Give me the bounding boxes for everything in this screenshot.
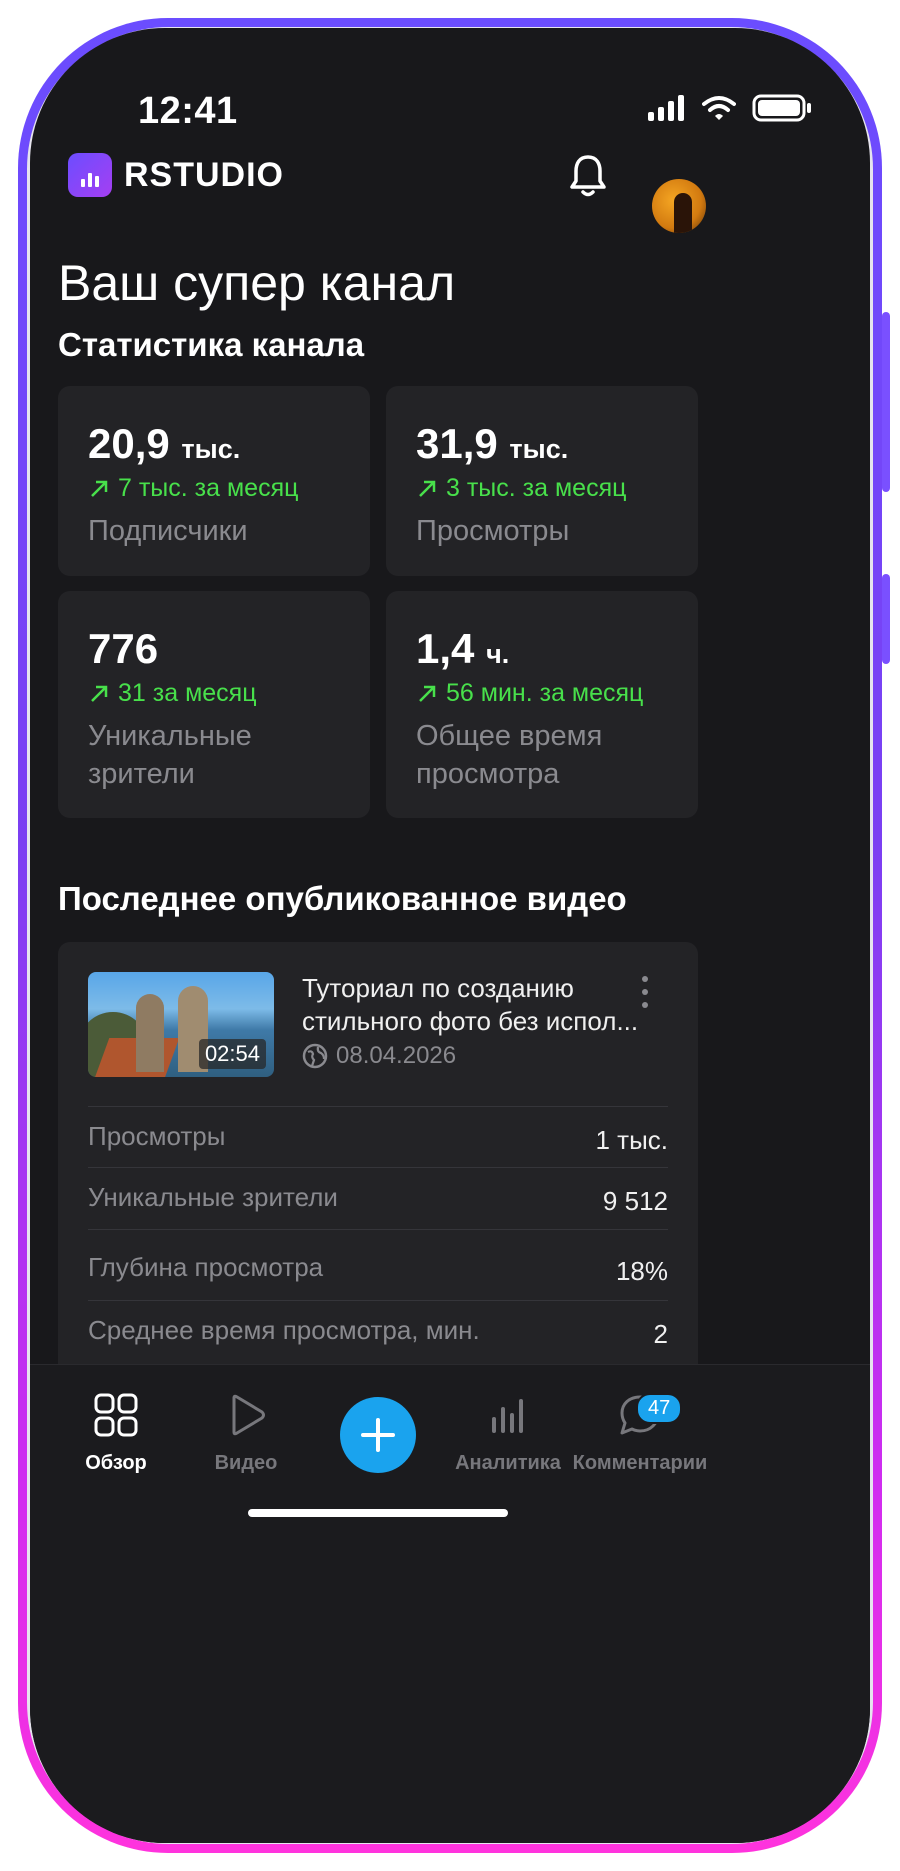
play-icon (232, 1394, 265, 1436)
trend-up-icon (419, 480, 436, 497)
metric-value: 2 (653, 1319, 668, 1349)
add-button[interactable] (340, 1397, 416, 1473)
app-screen: 12:41 RSTUDIO Ваш супер канал Статистика… (30, 28, 870, 1843)
tab-label: Обзор (85, 1452, 147, 1474)
globe-icon (302, 1043, 328, 1069)
video-title[interactable]: Туториал по созданию стильного фото без … (302, 972, 642, 1038)
channel-stats-title: Статистика канала (58, 326, 365, 363)
avatar[interactable] (652, 179, 706, 233)
metric-row: Глубина просмотра 18% (88, 1229, 668, 1300)
stat-value: 776 (88, 625, 159, 672)
plus-icon (361, 1418, 395, 1452)
stat-delta: 7 тыс. за месяц (88, 474, 298, 503)
wifi-icon (702, 96, 736, 120)
tab-overview[interactable]: Обзор (46, 1393, 186, 1475)
stat-value: 31,9 тыс. (416, 420, 569, 467)
metric-row: Среднее время просмотра, мин. 2 (88, 1300, 668, 1361)
tab-label: Видео (214, 1452, 278, 1474)
stat-delta: 56 мин. за месяц (416, 679, 643, 708)
stat-card-subscribers[interactable]: 20,9 тыс. 7 тыс. за месяц Подписчики (58, 386, 370, 576)
home-indicator[interactable] (248, 1509, 508, 1517)
stat-card-views[interactable]: 31,9 тыс. 3 тыс. за месяц Просмотры (386, 386, 698, 576)
video-duration: 02:54 (198, 1039, 266, 1069)
metric-row: Уникальные зрители 9 512 (88, 1167, 668, 1228)
metric-label: Уникальные зрители (88, 1182, 338, 1212)
video-thumbnail[interactable]: 02:54 (88, 972, 274, 1077)
logo-mark-icon (68, 153, 112, 197)
stat-label: Подписчики (88, 515, 248, 547)
tab-analytics[interactable]: Аналитика (438, 1393, 578, 1475)
signal-icon (648, 95, 684, 121)
bell-icon[interactable] (568, 153, 608, 199)
metric-label: Глубина просмотра (88, 1252, 324, 1282)
status-time: 12:41 (138, 90, 238, 132)
stat-label: Уникальные зрители (88, 720, 252, 790)
more-options-icon[interactable] (642, 976, 648, 1015)
stat-delta: 3 тыс. за месяц (416, 474, 626, 503)
status-icons (648, 94, 812, 122)
app-name: RSTUDIO (124, 155, 284, 194)
grid-icon (94, 1393, 138, 1437)
side-button-upper (882, 312, 890, 492)
side-button-lower (882, 574, 890, 664)
tab-label: Аналитика (455, 1452, 561, 1474)
stat-card-unique-viewers[interactable]: 776 31 за месяц Уникальные зрители (58, 591, 370, 818)
trend-up-icon (419, 685, 436, 702)
stat-label: Общее время просмотра (416, 720, 603, 790)
bar-chart-icon (492, 1399, 523, 1433)
metric-label: Просмотры (88, 1121, 226, 1151)
metric-row: Просмотры 1 тыс. (88, 1106, 668, 1167)
page-title: Ваш супер канал (58, 255, 456, 311)
tab-videos[interactable]: Видео (176, 1393, 316, 1475)
stat-delta: 31 за месяц (88, 679, 257, 708)
tab-label: Комментарии (572, 1452, 708, 1474)
battery-icon (752, 94, 811, 122)
trend-up-icon (91, 480, 108, 497)
app-logo[interactable]: RSTUDIO (68, 153, 284, 197)
metric-value: 18% (615, 1256, 668, 1286)
latest-video-card: 02:54 Туториал по созданию стильного фот… (58, 942, 698, 1402)
comments-badge: 47 (636, 1393, 683, 1424)
latest-video-title: Последнее опубликованное видео (58, 880, 627, 917)
video-date: 08.04.2026 (302, 1042, 456, 1070)
metric-label: Среднее время просмотра, мин. (88, 1315, 480, 1345)
stat-label: Просмотры (416, 515, 570, 547)
stat-card-watch-time[interactable]: 1,4 ч. 56 мин. за месяц Общее время прос… (386, 591, 698, 818)
tab-bar: Обзор Видео Аналитика Комментарии 47 (30, 1364, 870, 1843)
trend-up-icon (91, 685, 108, 702)
stat-value: 20,9 тыс. (88, 420, 241, 467)
metric-value: 9 512 (602, 1186, 668, 1216)
metric-value: 1 тыс. (595, 1125, 668, 1155)
stat-value: 1,4 ч. (416, 625, 510, 672)
